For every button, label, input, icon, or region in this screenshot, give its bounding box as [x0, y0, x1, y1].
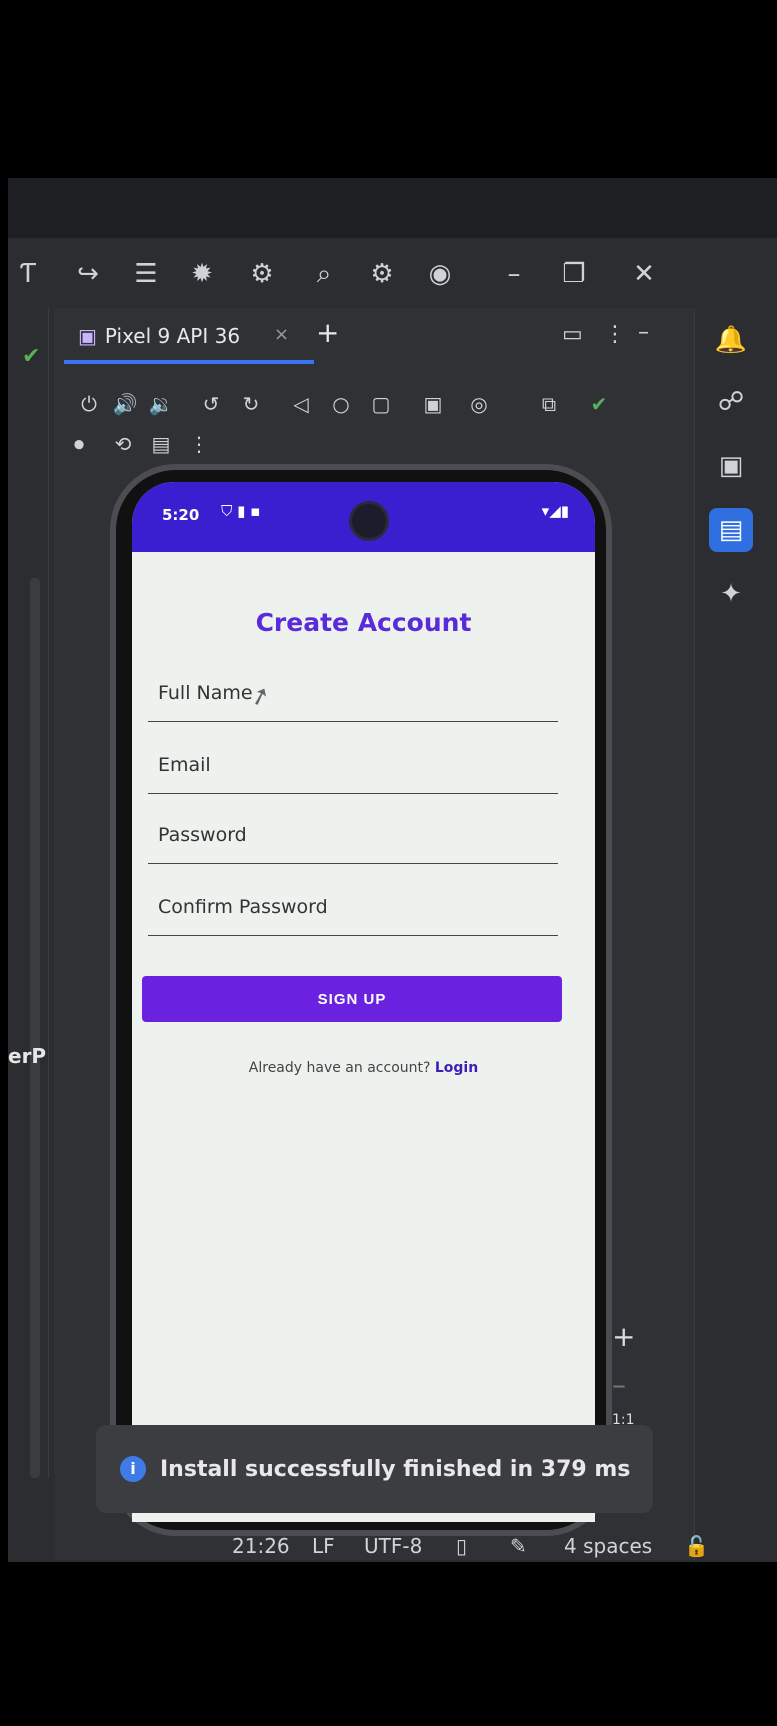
volume-down-icon[interactable]: 🔉	[146, 392, 176, 416]
restore-icon[interactable]: ❐	[556, 256, 592, 292]
device-settings-icon[interactable]: ▣	[418, 392, 448, 416]
extended-controls-icon[interactable]: ▤	[146, 432, 176, 456]
device-tab-row: ▣ Pixel 9 API 36 × + ▭ ⋮ –	[54, 308, 694, 364]
toast-message: Install successfully finished in 379 ms	[160, 1456, 631, 1482]
indent-setting[interactable]: 4 spaces	[564, 1534, 652, 1558]
screenshot-icon[interactable]: ◎	[464, 392, 494, 416]
screen-record-icon[interactable]: ⏺	[64, 432, 94, 456]
gradle-icon[interactable]: ☍	[709, 380, 753, 424]
field-underline	[148, 721, 558, 722]
debug-bug-icon[interactable]: ✹	[184, 256, 220, 292]
login-link[interactable]: Login	[435, 1060, 478, 1076]
phone-screen: 5:20 ⛉ ▮ ▪ ▾◢▮ Create Account Full Name …	[132, 482, 595, 1522]
snapshot-icon[interactable]: ⟲	[108, 432, 138, 456]
gemini-sparkle-icon[interactable]: ✦	[709, 572, 753, 616]
caret-position[interactable]: 21:26	[232, 1534, 290, 1558]
minimize-icon[interactable]: –	[496, 256, 532, 292]
reader-mode-icon[interactable]: ▯	[456, 1534, 467, 1558]
have-account-text: Already have an account?	[248, 1060, 435, 1076]
search-icon[interactable]: ⌕	[306, 256, 342, 292]
rotate-left-icon[interactable]: ↺	[196, 392, 226, 416]
field-underline	[148, 793, 558, 794]
main-toolbar: Ƭ ↪ ☰ ✹ ⚙ ⌕ ⚙ ◉ – ❐ ✕	[8, 238, 777, 308]
password-label: Password	[158, 824, 247, 846]
confirm-password-label: Confirm Password	[158, 896, 328, 918]
more-options-icon[interactable]: ⋮	[604, 322, 626, 347]
have-account-row: Already have an account? Login	[132, 1060, 595, 1076]
password-field[interactable]: Password	[148, 824, 558, 864]
email-label: Email	[158, 754, 211, 776]
line-separator[interactable]: LF	[312, 1534, 335, 1558]
device-icon: ▣	[78, 324, 97, 348]
translate-icon[interactable]: Ƭ	[10, 256, 46, 292]
full-name-field[interactable]: Full Name	[148, 682, 558, 722]
structure-icon[interactable]: ☰	[128, 256, 164, 292]
running-devices-icon[interactable]: ▤	[709, 508, 753, 552]
power-icon[interactable]: ⏻	[74, 392, 104, 416]
tab-close-button[interactable]: ×	[274, 324, 289, 345]
tab-label: Pixel 9 API 36	[104, 324, 241, 348]
device-file-icon[interactable]: ▣	[709, 444, 753, 488]
run-anything-icon[interactable]: ↪	[70, 256, 106, 292]
left-scrollbar[interactable]	[30, 578, 40, 1478]
account-icon[interactable]: ◉	[422, 256, 458, 292]
window-layout-icon[interactable]: ▭	[562, 322, 583, 347]
left-gutter: ✔ erP	[8, 308, 49, 1478]
volume-up-icon[interactable]: 🔊	[110, 392, 140, 416]
status-time: 5:20	[162, 506, 200, 524]
active-tab-indicator	[64, 360, 314, 364]
sign-up-button[interactable]: SIGN UP	[142, 976, 562, 1022]
rotate-right-icon[interactable]: ↻	[236, 392, 266, 416]
email-field[interactable]: Email	[148, 754, 558, 794]
tab-pixel-9-api-36[interactable]: ▣ Pixel 9 API 36	[78, 320, 240, 352]
zoom-in-button[interactable]: +	[612, 1320, 635, 1353]
confirm-password-field[interactable]: Confirm Password	[148, 896, 558, 936]
status-signal-icons: ▾◢▮	[541, 502, 569, 520]
close-window-icon[interactable]: ✕	[626, 256, 662, 292]
field-underline	[148, 863, 558, 864]
more-controls-icon[interactable]: ⋮	[184, 432, 214, 456]
front-camera	[352, 504, 386, 538]
home-icon[interactable]: ○	[326, 392, 356, 416]
notifications-icon[interactable]: 🔔	[709, 318, 753, 362]
zoom-out-button[interactable]: –	[612, 1368, 626, 1401]
file-encoding[interactable]: UTF-8	[364, 1534, 422, 1558]
check-icon: ✔	[590, 392, 608, 416]
check-icon: ✔	[22, 344, 41, 369]
info-icon: i	[120, 1456, 146, 1482]
layout-inspector-icon[interactable]: ⧉	[534, 392, 564, 416]
hide-panel-icon[interactable]: –	[638, 320, 649, 345]
field-underline	[148, 935, 558, 936]
back-icon[interactable]: ◁	[286, 392, 316, 416]
settings-gear-icon[interactable]: ⚙	[364, 256, 400, 292]
pin-icon[interactable]: ✎	[510, 1534, 527, 1558]
android-status-bar: 5:20 ⛉ ▮ ▪ ▾◢▮	[132, 482, 595, 552]
ide-top-band	[8, 178, 777, 238]
add-device-tab-button[interactable]: +	[316, 316, 339, 349]
status-left-icons: ⛉ ▮ ▪	[202, 502, 261, 520]
left-truncated-text: erP	[8, 1044, 47, 1068]
device-manager-icon[interactable]: ⚙	[244, 256, 280, 292]
full-name-label: Full Name	[158, 682, 253, 704]
page-title: Create Account	[255, 608, 472, 637]
overview-icon[interactable]: ▢	[366, 392, 396, 416]
install-toast: i Install successfully finished in 379 m…	[96, 1425, 653, 1513]
right-tool-strip: 🔔 ☍ ▣ ▤ ✦	[694, 308, 777, 1560]
lock-icon[interactable]: 🔓	[684, 1534, 709, 1558]
